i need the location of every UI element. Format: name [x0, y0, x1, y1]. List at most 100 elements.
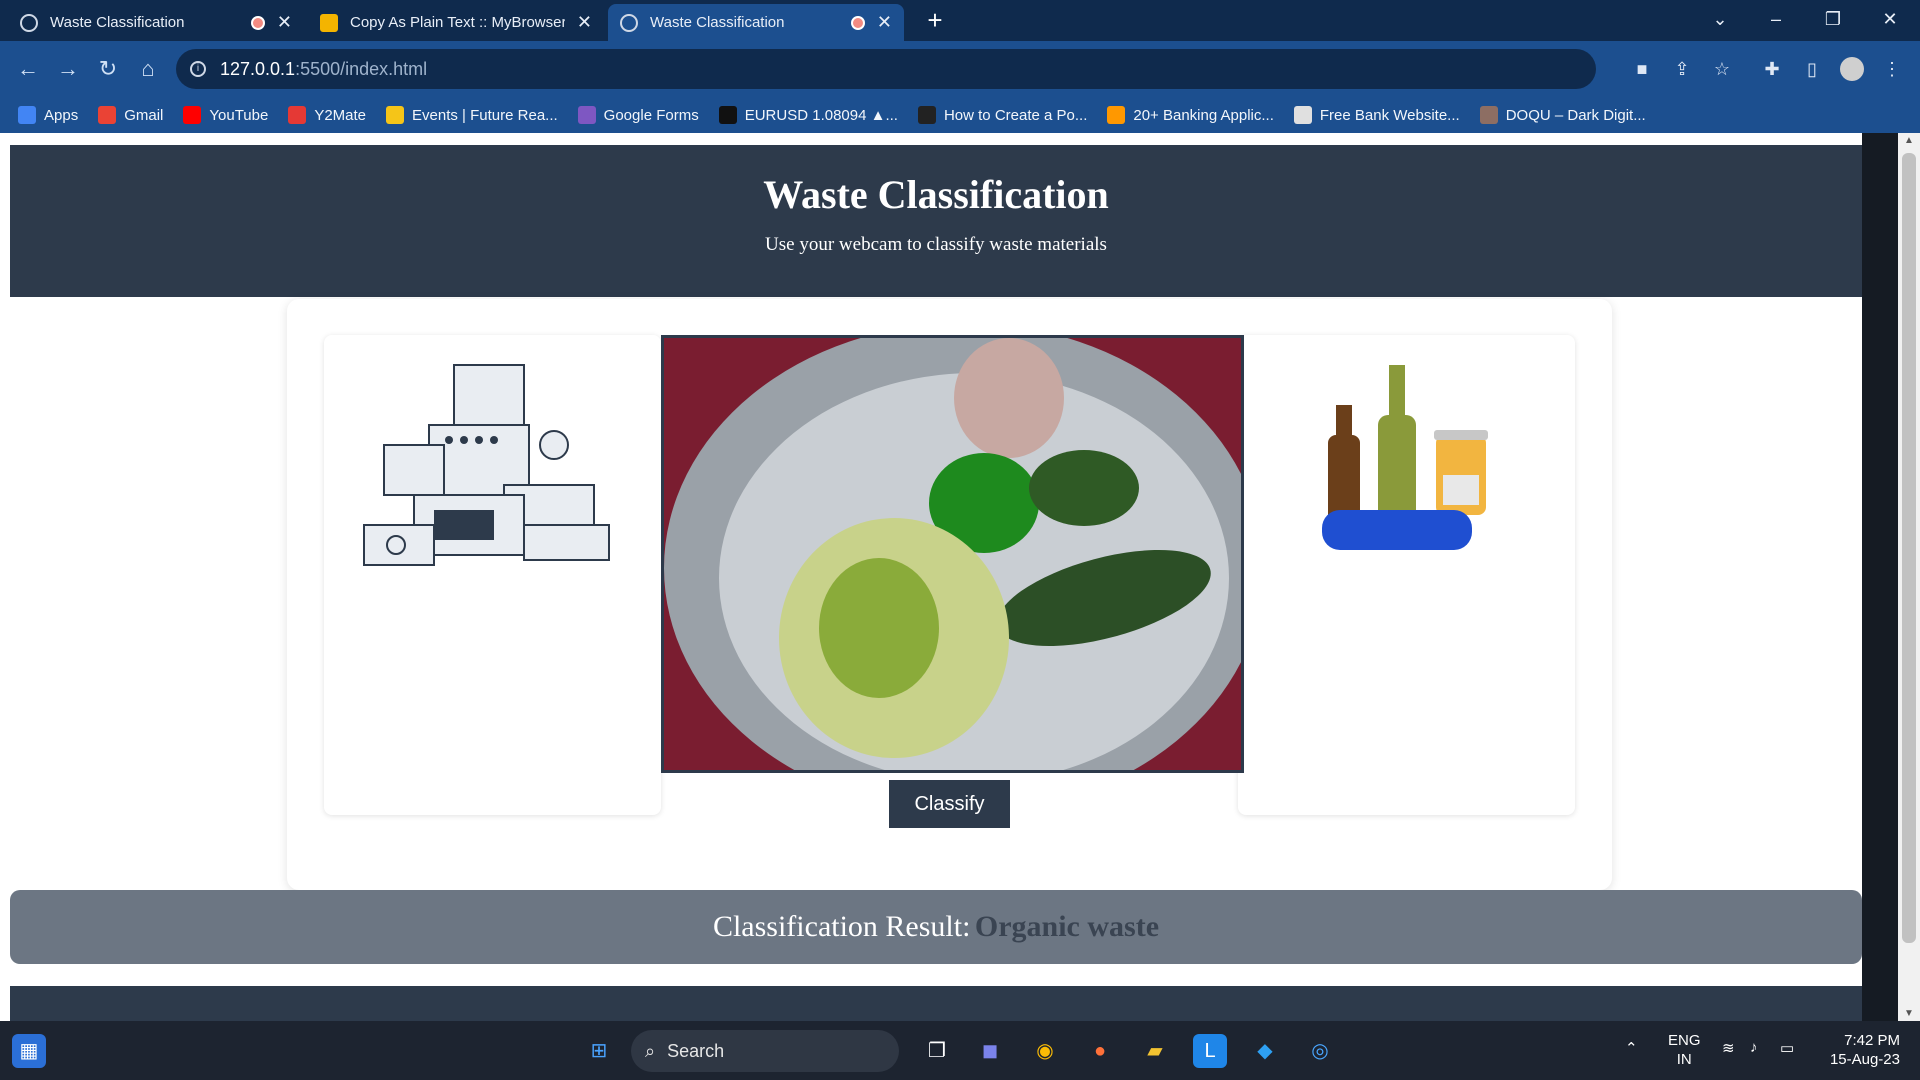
language-indicator[interactable]: ENG IN — [1668, 1031, 1701, 1069]
apps-grid-icon — [18, 106, 36, 124]
tab-close-icon[interactable]: ✕ — [877, 12, 892, 33]
tab-title: Waste Classification — [50, 14, 185, 31]
banking-icon — [1107, 106, 1126, 124]
tab-waste-classification-2[interactable]: Waste Classification ✕ — [608, 4, 904, 41]
extensions-puzzle-icon[interactable]: ✚ — [1760, 57, 1784, 81]
side-panel-icon[interactable]: ▯ — [1800, 57, 1824, 81]
bookmark-label: Y2Mate — [314, 106, 367, 124]
tab-title: Waste Classification — [650, 14, 785, 31]
site-info-icon[interactable]: i — [190, 61, 206, 77]
teams-chat-icon[interactable]: ◼ — [973, 1034, 1007, 1068]
windows-taskbar: ▦ ⊞ ⌕ Search ❐ ◼ ◉ ● ▰ L ◆ ◎ ⌃ ENG IN ≋ … — [0, 1021, 1920, 1080]
bookmark-label: EURUSD 1.08094 ▲... — [744, 106, 898, 124]
browser-menu-icon[interactable]: ⋮ — [1880, 57, 1904, 81]
page-subtitle: Use your webcam to classify waste materi… — [765, 234, 1107, 255]
result-label: Classification Result: — [712, 910, 971, 943]
bookmark-item[interactable]: Events | Future Rea... — [386, 106, 558, 124]
page-viewport: Waste Classification Use your webcam to … — [0, 133, 1920, 1021]
windows-start-icon[interactable]: ⊞ — [582, 1034, 616, 1068]
file-explorer-icon[interactable]: ▰ — [1138, 1034, 1172, 1068]
bookmark-item[interactable]: How to Create a Po... — [917, 106, 1088, 124]
page-header: Waste Classification Use your webcam to … — [10, 145, 1862, 297]
wifi-icon[interactable]: ≋ — [1722, 1039, 1735, 1057]
page-edge-strip — [1862, 133, 1898, 1021]
bookmark-item[interactable]: Gmail — [98, 106, 163, 124]
bookmark-item[interactable]: EURUSD 1.08094 ▲... — [718, 106, 898, 124]
code-icon — [917, 106, 936, 124]
browser-tab-strip: Waste Classification ✕ Copy As Plain Tex… — [0, 0, 1920, 41]
bookmark-label: 20+ Banking Applic... — [1133, 106, 1274, 124]
bookmark-item[interactable]: 20+ Banking Applic... — [1107, 106, 1274, 124]
widgets-icon[interactable]: ▦ — [12, 1034, 46, 1068]
share-icon[interactable]: ⇪ — [1670, 57, 1694, 81]
globe-icon — [620, 13, 638, 32]
bookmark-item[interactable]: Y2Mate — [288, 106, 366, 124]
tab-search-chevron-icon[interactable]: ⌄ — [1700, 0, 1740, 41]
bookmark-item[interactable]: Free Bank Website... — [1293, 106, 1460, 124]
back-arrow-icon[interactable]: ← — [12, 53, 44, 85]
bank-site-icon — [1293, 106, 1312, 124]
restore-icon[interactable]: ❐ — [1813, 0, 1853, 41]
bookmark-label: Gmail — [124, 106, 164, 124]
new-tab-button[interactable]: + — [920, 6, 950, 36]
clock-date: 15-Aug-23 — [1829, 1051, 1900, 1068]
doqu-icon — [1479, 106, 1498, 124]
profile-avatar[interactable] — [1840, 57, 1864, 81]
home-icon[interactable]: ⌂ — [132, 53, 164, 85]
bookmarks-bar: Apps Gmail YouTube Y2Mate Events | Future Re… — [0, 97, 1920, 133]
bookmark-star-icon[interactable]: ☆ — [1710, 57, 1734, 81]
camera-in-use-icon[interactable]: ■ — [1630, 57, 1654, 81]
classification-result-bar: Classification Result: Organic waste — [10, 890, 1862, 964]
bookmark-item[interactable]: Google Forms — [577, 106, 699, 124]
page-footer — [10, 986, 1862, 1021]
glass-waste-card — [1238, 335, 1575, 815]
bookmark-label: How to Create a Po... — [943, 106, 1088, 124]
vscode-icon[interactable]: ◆ — [1248, 1034, 1282, 1068]
bookmark-item[interactable]: DOQU – Dark Digit... — [1479, 106, 1646, 124]
y2mate-icon — [288, 106, 307, 124]
scroll-down-icon[interactable]: ▼ — [1898, 1008, 1920, 1019]
search-icon: ⌕ — [645, 1040, 656, 1061]
bookmark-label: DOQU – Dark Digit... — [1505, 106, 1646, 124]
browser-toolbar: ← → ↻ ⌂ i 127.0.0.1:5500/index.html ■ ⇪ … — [0, 41, 1920, 97]
task-view-icon[interactable]: ❐ — [920, 1034, 954, 1068]
bookmark-item[interactable]: YouTube — [183, 106, 268, 124]
scroll-up-icon[interactable]: ▲ — [1898, 135, 1920, 146]
address-bar[interactable]: i 127.0.0.1:5500/index.html — [176, 49, 1596, 89]
tab-close-icon[interactable]: ✕ — [277, 12, 292, 33]
classify-button[interactable]: Classify — [889, 780, 1010, 828]
taskbar-search-label: Search — [667, 1040, 725, 1061]
e-waste-illustration — [363, 364, 610, 566]
taskbar-search[interactable]: ⌕ Search — [631, 1030, 899, 1072]
close-window-icon[interactable]: ✕ — [1870, 0, 1910, 41]
bookmark-label: Google Forms — [603, 106, 699, 124]
tab-copy-as-plain-text[interactable]: Copy As Plain Text :: MyBrowserA ✕ — [308, 4, 604, 41]
show-hidden-icons-chevron-icon[interactable]: ⌃ — [1625, 1039, 1638, 1057]
page-scrollbar[interactable]: ▲ ▼ — [1898, 133, 1920, 1021]
battery-icon[interactable]: ▭ — [1780, 1039, 1794, 1057]
launcher-l-icon[interactable]: L — [1193, 1034, 1227, 1068]
bookmark-label: Events | Future Rea... — [412, 106, 558, 124]
recording-indicator-icon — [850, 15, 865, 30]
chrome-icon[interactable]: ◉ — [1028, 1034, 1062, 1068]
document-icon — [320, 13, 338, 32]
tab-waste-classification-1[interactable]: Waste Classification ✕ — [8, 4, 304, 41]
volume-icon[interactable]: ♪ — [1750, 1039, 1758, 1056]
reload-icon[interactable]: ↻ — [92, 53, 124, 85]
webcam-frame-image — [664, 338, 1241, 770]
bookmark-item[interactable]: Apps — [18, 106, 78, 124]
e-waste-card — [324, 335, 661, 815]
firefox-icon[interactable]: ● — [1083, 1034, 1117, 1068]
scrollbar-thumb[interactable] — [1902, 153, 1916, 943]
tradingview-icon — [718, 106, 737, 124]
google-forms-icon — [577, 106, 596, 124]
recording-indicator-icon — [250, 15, 265, 30]
forward-arrow-icon[interactable]: → — [52, 53, 84, 85]
screen-recorder-icon[interactable]: ◎ — [1303, 1034, 1337, 1068]
minimize-icon[interactable]: – — [1756, 0, 1796, 41]
clock-time: 7:42 PM — [1844, 1032, 1900, 1049]
result-value: Organic waste — [974, 910, 1160, 943]
system-clock[interactable]: 7:42 PM 15-Aug-23 — [1820, 1031, 1900, 1069]
language-code: ENG — [1668, 1032, 1701, 1049]
tab-close-icon[interactable]: ✕ — [577, 12, 592, 33]
